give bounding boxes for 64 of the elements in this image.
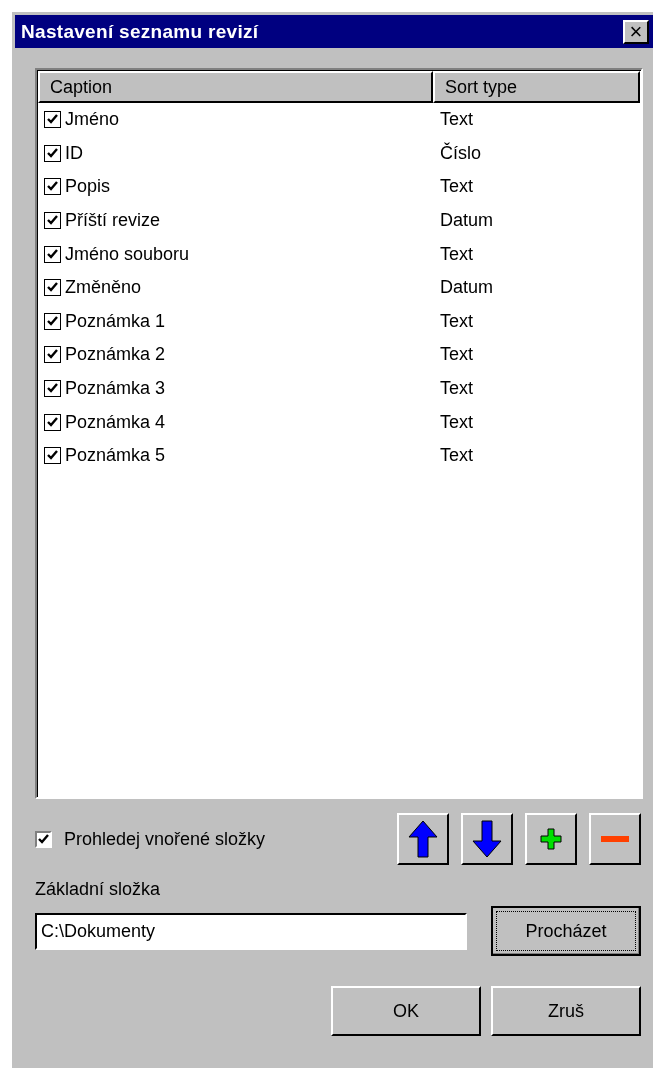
table-cell: Příští revize (65, 210, 161, 232)
checkmark-icon (47, 450, 58, 462)
checkmark-icon (47, 248, 58, 260)
remove-button[interactable] (589, 813, 641, 865)
table-cell: ID (65, 142, 83, 164)
checkmark-icon (47, 114, 58, 126)
checkbox-label: Prohledej vnořené složky (64, 828, 266, 850)
table-cell: Jméno souboru (65, 243, 190, 265)
checkbox[interactable] (44, 178, 61, 196)
checkbox[interactable] (44, 279, 61, 297)
checkbox[interactable] (35, 830, 52, 848)
table-cell: Popis (65, 176, 111, 198)
table-cell: Poznámka 4 (65, 411, 166, 433)
field-label: Základní složka (35, 879, 162, 900)
table-cell-text: Text (440, 243, 474, 265)
window-title: Nastavení seznamu revizí (21, 20, 259, 43)
checkmark-icon (47, 147, 58, 159)
checkbox[interactable] (44, 245, 61, 263)
table-cell-text: Text (440, 445, 474, 467)
checkbox[interactable] (44, 312, 61, 330)
up-arrow-icon (408, 820, 438, 858)
checkbox[interactable] (44, 111, 61, 129)
checkmark-icon (47, 383, 58, 395)
dialog-button[interactable]: OK (331, 986, 481, 1036)
table-cell-text: Text (440, 344, 474, 366)
column-header[interactable]: Sort type (433, 71, 640, 103)
checkbox[interactable] (44, 447, 61, 465)
checkmark-icon (47, 416, 58, 428)
minus-icon (601, 835, 629, 843)
table-cell: Změněno (65, 277, 142, 299)
checkmark-icon (47, 181, 58, 193)
close-button[interactable]: × (623, 19, 649, 44)
plus-icon (540, 828, 562, 850)
table-cell-text: Datum (440, 210, 494, 232)
up-button[interactable] (397, 813, 449, 865)
table-cell-text: Text (440, 378, 474, 400)
table-cell-text: Text (440, 176, 474, 198)
add-button[interactable] (525, 813, 577, 865)
table-cell: Poznámka 5 (65, 445, 166, 467)
table-cell: Poznámka 3 (65, 378, 166, 400)
down-arrow-icon (472, 820, 502, 858)
table-cell: Poznámka 1 (65, 310, 166, 332)
checkbox[interactable] (44, 346, 61, 364)
checkmark-icon (47, 282, 58, 294)
browse-button[interactable]: Procházet (491, 906, 641, 956)
checkmark-icon (38, 833, 49, 845)
table-cell-text: Číslo (440, 142, 482, 164)
table-cell-text: Text (440, 109, 474, 131)
table-cell-text: Text (440, 411, 474, 433)
down-button[interactable] (461, 813, 513, 865)
checkbox[interactable] (44, 212, 61, 230)
checkmark-icon (47, 349, 58, 361)
dialog-button[interactable]: Zruš (491, 986, 641, 1036)
column-header[interactable]: Caption (38, 71, 433, 103)
table-cell: Jméno (65, 109, 120, 131)
checkbox[interactable] (44, 380, 61, 398)
folder-field[interactable]: C:\Dokumenty (35, 912, 467, 950)
checkmark-icon (47, 315, 58, 327)
table-cell-text: Text (440, 310, 474, 332)
checkbox[interactable] (44, 144, 61, 162)
table-cell: Poznámka 2 (65, 344, 166, 366)
checkbox[interactable] (44, 413, 61, 431)
table-cell-text: Datum (440, 277, 494, 299)
checkmark-icon (47, 215, 58, 227)
